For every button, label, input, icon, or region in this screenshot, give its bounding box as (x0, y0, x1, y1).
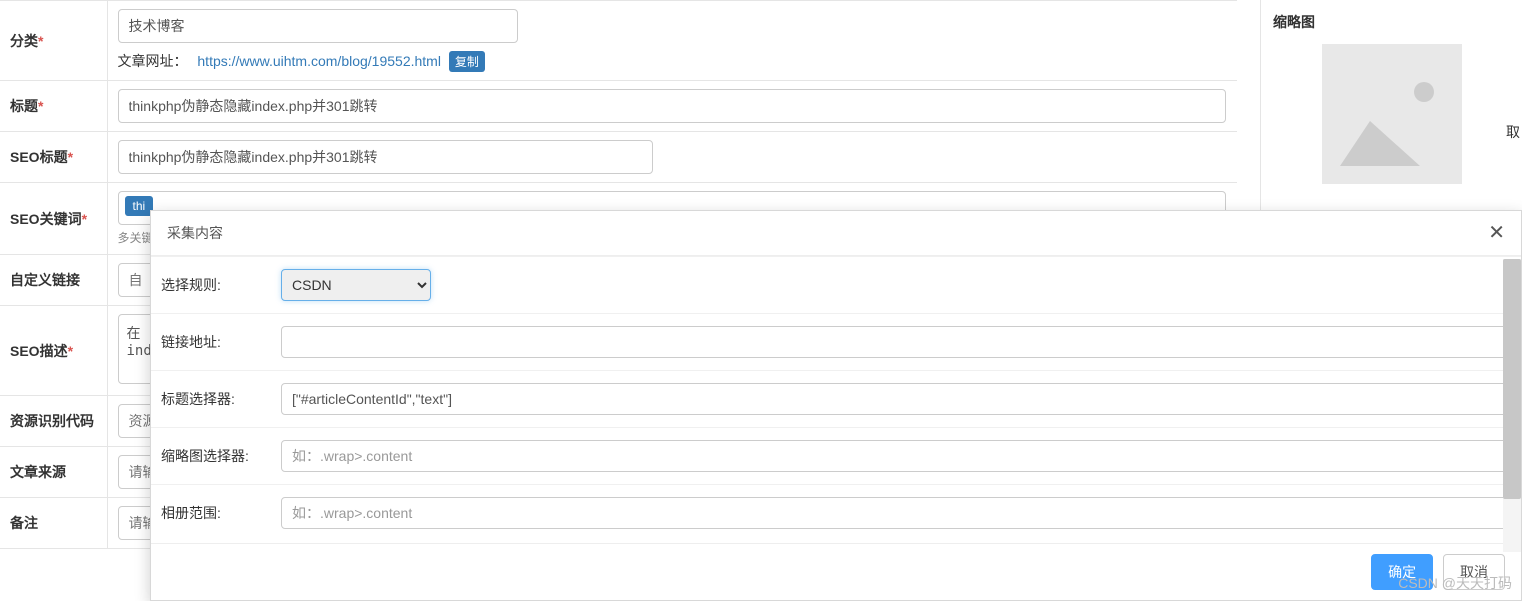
link-url-input[interactable] (281, 326, 1511, 358)
close-icon[interactable]: ✕ (1488, 223, 1505, 243)
album-scope-input[interactable] (281, 497, 1511, 529)
label-rule: 选择规则: (151, 257, 271, 314)
label-album-scope: 相册范围: (151, 485, 271, 542)
label-source: 文章来源 (0, 447, 107, 498)
label-title: 标题* (0, 81, 107, 132)
collect-modal: 采集内容 ✕ 选择规则: CSDN 链接地址: 标题选择器: 缩略图 (150, 210, 1522, 601)
thumbnail-placeholder[interactable] (1322, 44, 1462, 184)
label-link-url: 链接地址: (151, 314, 271, 371)
copy-button[interactable]: 复制 (449, 51, 485, 72)
category-input[interactable] (118, 9, 518, 43)
modal-form-table: 选择规则: CSDN 链接地址: 标题选择器: 缩略图选择器: 相 (151, 256, 1521, 541)
seo-title-input[interactable] (118, 140, 653, 174)
label-seo-keywords: SEO关键词* (0, 183, 107, 255)
article-url-link[interactable]: https://www.uihtm.com/blog/19552.html (197, 53, 441, 69)
label-remark: 备注 (0, 498, 107, 549)
label-custom-link: 自定义链接 (0, 255, 107, 306)
label-seo-title: SEO标题* (0, 132, 107, 183)
article-url-line: 文章网址： https://www.uihtm.com/blog/19552.h… (118, 51, 1228, 72)
title-input[interactable] (118, 89, 1226, 123)
thumbnail-cancel[interactable]: 取 (1506, 122, 1520, 142)
title-selector-input[interactable] (281, 383, 1511, 415)
confirm-button[interactable]: 确定 (1371, 554, 1433, 590)
thumb-selector-input[interactable] (281, 440, 1511, 472)
modal-scrollbar[interactable] (1503, 259, 1521, 552)
label-seo-desc: SEO描述* (0, 306, 107, 396)
label-title-selector: 标题选择器: (151, 371, 271, 428)
label-res-code: 资源识别代码 (0, 396, 107, 447)
modal-title: 采集内容 (167, 223, 223, 243)
thumbnail-heading: 缩略图 (1273, 12, 1510, 32)
label-category: 分类* (0, 1, 107, 81)
label-thumb-selector: 缩略图选择器: (151, 428, 271, 485)
cancel-button[interactable]: 取消 (1443, 554, 1505, 590)
image-icon (1414, 82, 1434, 102)
rule-select[interactable]: CSDN (281, 269, 431, 301)
keyword-tag[interactable]: thi (125, 196, 154, 216)
